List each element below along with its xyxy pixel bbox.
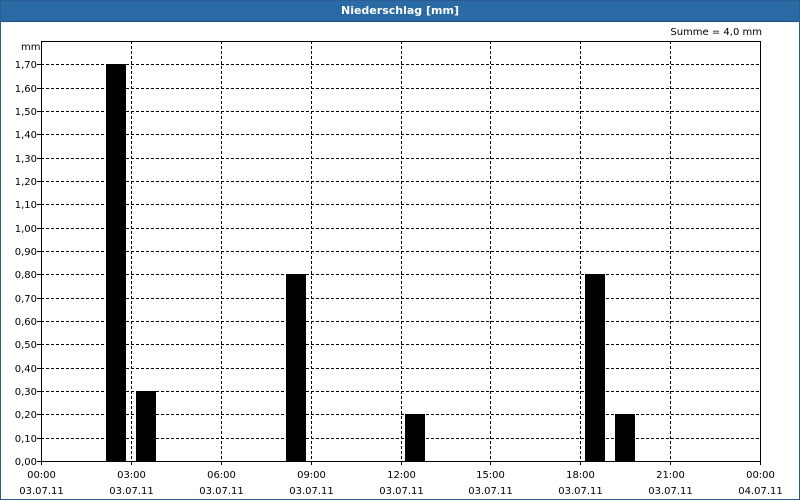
x-tick-time: 18:00 <box>566 470 595 481</box>
x-tick-time: 12:00 <box>387 470 416 481</box>
x-tick-labels: 00:00 03.07.11 03:00 03.07.11 06:00 03.07.11 0… <box>19 470 783 497</box>
precip-bar <box>106 64 126 461</box>
precip-bar <box>405 414 425 461</box>
precip-bar <box>286 274 306 461</box>
y-tick-label: 0,40 <box>15 364 37 375</box>
y-tick-label: 0,90 <box>15 247 37 258</box>
y-tick-label: 0,20 <box>15 410 37 421</box>
precip-bar <box>585 274 605 461</box>
x-tick-time: 00:00 <box>27 470 56 481</box>
y-tick-labels: 0,00 0,10 0,20 0,30 0,40 0,50 0,60 0,70 0,80 0,90… <box>15 60 37 468</box>
x-tick-time: 09:00 <box>297 470 326 481</box>
x-tick-date: 03.07.11 <box>558 486 603 497</box>
x-tick-time: 15:00 <box>476 470 505 481</box>
y-tick-label: 1,10 <box>15 200 37 211</box>
y-tick-label: 0,60 <box>15 317 37 328</box>
precip-bar <box>136 391 156 461</box>
x-tick-date: 03.07.11 <box>199 486 244 497</box>
y-tick-label: 0,70 <box>15 294 37 305</box>
bars <box>106 64 635 461</box>
y-tick-label: 0,10 <box>15 434 37 445</box>
precip-bar <box>615 414 635 461</box>
y-tick-label: 1,60 <box>15 84 37 95</box>
y-tick-label: 1,50 <box>15 107 37 118</box>
y-tick-label: 1,00 <box>15 224 37 235</box>
y-axis-unit: mm <box>21 42 40 53</box>
x-tick-date: 03.07.11 <box>19 486 64 497</box>
y-tick-label: 1,20 <box>15 177 37 188</box>
x-tick-time: 21:00 <box>656 470 685 481</box>
x-tick-date: 03.07.11 <box>648 486 693 497</box>
y-tick-label: 0,80 <box>15 270 37 281</box>
y-tick-label: 1,70 <box>15 60 37 71</box>
y-tick-label: 0,00 <box>15 457 37 468</box>
x-tick-date: 03.07.11 <box>379 486 424 497</box>
x-tick-time: 00:00 <box>746 470 775 481</box>
y-tick-label: 0,50 <box>15 340 37 351</box>
x-tick-date: 04.07.11 <box>738 486 783 497</box>
x-tick-time: 03:00 <box>117 470 146 481</box>
y-tick-label: 1,40 <box>15 130 37 141</box>
y-tick-label: 0,30 <box>15 387 37 398</box>
x-tick-date: 03.07.11 <box>289 486 334 497</box>
x-tick-time: 06:00 <box>207 470 236 481</box>
precipitation-chart: mm 0,000,100,200,300,400,500,600,700,800… <box>15 41 783 497</box>
x-tick-date: 03.07.11 <box>468 486 513 497</box>
x-tick-date: 03.07.11 <box>109 486 154 497</box>
y-tick-label: 1,30 <box>15 154 37 165</box>
